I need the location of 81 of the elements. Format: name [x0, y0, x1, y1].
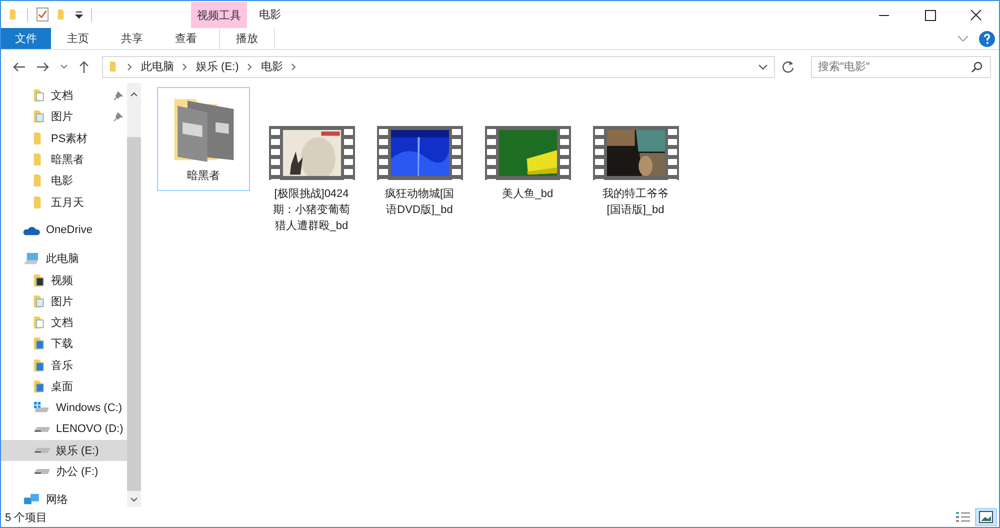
file-name: 美人鱼_bd — [500, 186, 554, 202]
ribbon-tab[interactable]: 文件 — [1, 28, 51, 49]
ribbon-tab[interactable]: 播放 — [219, 28, 275, 49]
nav-item[interactable]: 音乐 — [1, 354, 128, 376]
scroll-down-icon[interactable] — [130, 497, 138, 503]
cloud-icon — [23, 224, 40, 236]
large-icons-view-button[interactable] — [975, 508, 997, 526]
nav-item[interactable]: 文档 — [1, 85, 128, 106]
nav-item[interactable]: 文档 — [1, 312, 128, 334]
breadcrumb[interactable]: 电影 — [260, 59, 283, 74]
nav-item[interactable]: 网络 — [1, 489, 128, 511]
address-bar[interactable]: 此电脑 娱乐 (E:) 电影 — [102, 56, 775, 78]
pictures-folder-icon — [33, 294, 45, 309]
nav-item[interactable]: 图片 — [1, 290, 128, 312]
details-view-icon[interactable] — [955, 510, 971, 524]
picture-view-icon — [979, 511, 993, 523]
ribbon-tab[interactable]: 查看 — [159, 28, 213, 49]
videos-folder-icon — [33, 272, 45, 288]
file-name: [极限挑战]0424期：小猪变葡萄猎人遭群殴_bd — [272, 187, 351, 234]
nav-item[interactable]: 电影 — [1, 170, 128, 192]
context-tab-group: 视频工具 — [191, 2, 247, 28]
nav-item[interactable]: OneDrive — [1, 220, 128, 242]
dropdown-icon[interactable] — [75, 10, 83, 18]
recent-chevron-icon[interactable] — [60, 64, 68, 70]
search-field[interactable]: 搜索"电影" — [811, 56, 991, 78]
nav-item[interactable]: LENOVO (D:) — [1, 418, 128, 440]
help-icon[interactable] — [979, 30, 995, 46]
desktop-folder-icon — [33, 379, 45, 394]
nav-item[interactable]: 桌面 — [1, 376, 128, 398]
chevron-icon[interactable] — [127, 62, 133, 70]
file-name: 疯狂动物城[国语DVD版]_bd — [384, 187, 456, 218]
nav-item[interactable]: 娱乐 (E:) — [1, 440, 128, 462]
scrollbar[interactable] — [127, 83, 142, 507]
item-count: 5 个项目 — [5, 510, 48, 524]
file-item[interactable]: 我的特工爷爷[国语版]_bd — [589, 87, 682, 225]
scroll-thumb[interactable] — [127, 137, 142, 491]
documents-folder-icon — [33, 315, 45, 330]
forward-icon[interactable] — [36, 60, 50, 72]
nav-item[interactable]: 下载 — [1, 333, 128, 355]
file-item[interactable]: 疯狂动物城[国语DVD版]_bd — [373, 87, 466, 225]
file-item[interactable]: 暗黑者 — [157, 87, 250, 191]
documents-folder-icon — [33, 88, 45, 104]
drive-icon — [34, 426, 50, 432]
back-icon[interactable] — [12, 60, 26, 72]
pictures-folder-icon — [33, 109, 45, 124]
nav-item[interactable]: 五月天 — [1, 191, 128, 213]
up-icon[interactable] — [78, 60, 90, 74]
computer-icon — [23, 252, 40, 266]
windows-drive-icon — [33, 401, 50, 414]
nav-item[interactable]: 办公 (F:) — [1, 461, 128, 482]
file-name: 暗黑者 — [186, 168, 221, 184]
nav-item[interactable]: 暗黑者 — [1, 148, 128, 170]
nav-item[interactable]: 图片 — [1, 106, 128, 128]
nav-item[interactable]: 此电脑 — [1, 248, 128, 270]
downloads-folder-icon — [33, 336, 45, 352]
nav-item[interactable]: PS素材 — [1, 128, 128, 149]
nav-item[interactable]: 视频 — [1, 269, 128, 291]
drive-icon — [34, 448, 50, 453]
window-title: 电影 — [259, 8, 281, 22]
nav-item[interactable]: Windows (C:) — [1, 397, 128, 418]
history-dropdown-icon[interactable] — [758, 64, 768, 70]
breadcrumb[interactable]: 此电脑 — [141, 59, 174, 74]
file-name: 我的特工爷爷[国语版]_bd — [602, 187, 670, 218]
chevron-icon[interactable] — [290, 62, 297, 70]
ribbon-tab[interactable]: 共享 — [105, 28, 159, 49]
music-folder-icon — [33, 358, 45, 373]
search-icon[interactable] — [971, 60, 983, 72]
file-item[interactable]: [极限挑战]0424期：小猪变葡萄猎人遭群殴_bd — [265, 87, 358, 241]
file-item[interactable]: 美人鱼_bd — [481, 87, 574, 209]
expand-ribbon-icon[interactable] — [957, 34, 969, 42]
scroll-up-icon[interactable] — [130, 91, 138, 97]
properties-icon[interactable] — [36, 7, 49, 22]
refresh-icon[interactable] — [781, 60, 795, 74]
breadcrumb[interactable]: 娱乐 (E:) — [196, 59, 239, 74]
network-icon — [23, 493, 40, 506]
chevron-icon[interactable] — [246, 62, 253, 70]
pin-icon[interactable] — [113, 90, 124, 101]
chevron-icon[interactable] — [182, 62, 188, 70]
ribbon-tab[interactable]: 主页 — [51, 28, 105, 49]
drive-icon — [34, 469, 50, 474]
pin-icon[interactable] — [113, 112, 124, 122]
